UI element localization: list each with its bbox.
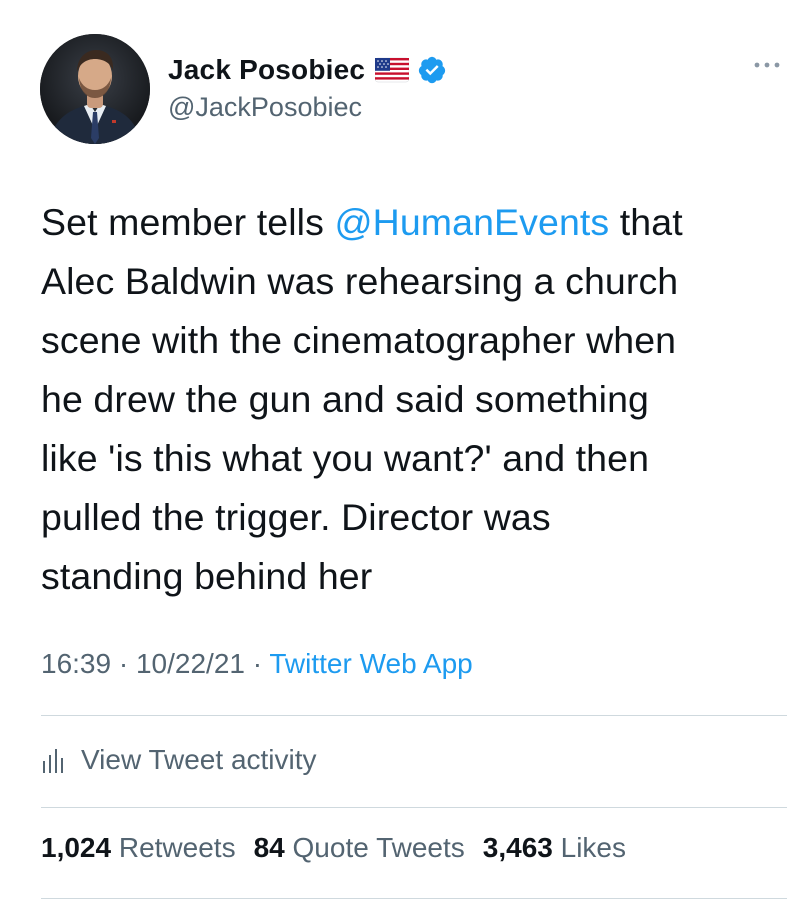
meta-separator: · — [111, 648, 136, 679]
avatar-photo — [40, 34, 150, 144]
analytics-icon — [41, 747, 65, 773]
mention-link[interactable]: @HumanEvents — [334, 201, 609, 243]
author-name-row: Jack Posobiec — [168, 50, 447, 90]
likes-label: Likes — [560, 832, 627, 863]
avatar[interactable] — [40, 34, 150, 144]
tweet-text: Set member tells @HumanEvents that Alec … — [41, 193, 791, 606]
likes-count: 3,463 — [482, 832, 553, 863]
likes-stat[interactable]: 3,463 Likes — [483, 832, 626, 863]
divider — [41, 807, 787, 808]
retweets-label: Retweets — [118, 832, 236, 863]
tweet-date[interactable]: 10/22/21 — [136, 648, 245, 679]
divider — [41, 715, 787, 716]
display-name[interactable]: Jack Posobiec — [168, 54, 365, 86]
tweet-time[interactable]: 16:39 — [41, 648, 111, 679]
retweets-stat[interactable]: 1,024 Retweets — [41, 832, 236, 863]
tweet-card: Jack Posobiec @JackPosobiec Set member t… — [0, 0, 802, 921]
retweets-count: 1,024 — [41, 832, 112, 863]
tweet-text-part: Set member tells — [41, 201, 335, 243]
view-tweet-activity-label: View Tweet activity — [81, 744, 317, 775]
divider — [41, 898, 787, 899]
tweet-source-link[interactable]: Twitter Web App — [269, 648, 472, 679]
tweet-text-part: that Alec Baldwin was rehearsing a churc… — [41, 201, 683, 597]
quote-tweets-count: 84 — [253, 832, 285, 863]
us-flag-icon — [374, 57, 410, 83]
author-handle[interactable]: @JackPosobiec — [168, 92, 362, 123]
quote-tweets-stat[interactable]: 84 Quote Tweets — [254, 832, 465, 863]
meta-separator: · — [244, 648, 270, 679]
more-options-icon[interactable] — [752, 58, 782, 72]
tweet-meta: 16:39 · 10/22/21 · Twitter Web App — [41, 648, 473, 680]
quote-tweets-label: Quote Tweets — [292, 832, 465, 863]
tweet-stats: 1,024 Retweets 84 Quote Tweets 3,463 Likes — [41, 832, 644, 864]
verified-badge-icon — [417, 55, 447, 85]
view-tweet-activity-button[interactable]: View Tweet activity — [41, 740, 317, 780]
